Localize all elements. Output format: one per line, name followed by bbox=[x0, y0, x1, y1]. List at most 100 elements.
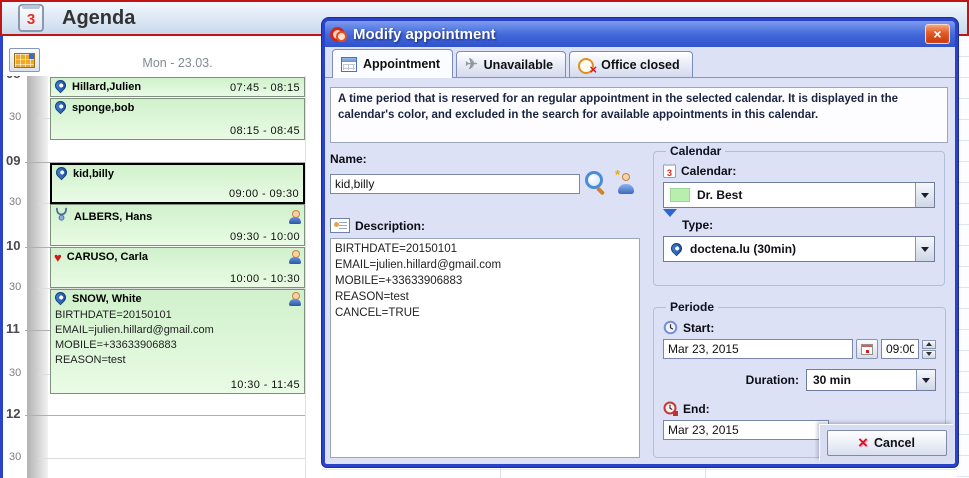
dialog-titlebar[interactable]: Modify appointment × bbox=[325, 21, 955, 47]
end-label: End: bbox=[663, 401, 936, 416]
calendar-icon-number: 3 bbox=[27, 11, 35, 28]
time-label: 30 bbox=[9, 451, 31, 463]
calendar-view-button[interactable] bbox=[9, 48, 40, 72]
heart-icon: ♥ bbox=[54, 252, 62, 263]
tab-label: Office closed bbox=[601, 58, 680, 72]
map-pin-icon bbox=[53, 290, 69, 306]
calendar-grid-icon bbox=[341, 57, 357, 72]
map-pin-icon bbox=[53, 78, 69, 94]
appointment-time: 10:00 - 10:30 bbox=[230, 273, 300, 285]
date-picker-button[interactable] bbox=[856, 339, 878, 359]
stethoscope-icon bbox=[54, 207, 69, 226]
close-button[interactable]: × bbox=[925, 24, 950, 44]
detail-line: EMAIL=julien.hillard@gmail.com bbox=[55, 323, 302, 338]
tab-appointment[interactable]: Appointment bbox=[332, 49, 453, 78]
calendar-select[interactable]: Dr. Best bbox=[663, 182, 935, 208]
appointment-time: 07:45 - 08:15 bbox=[230, 82, 300, 94]
background-grid-bottom bbox=[322, 466, 957, 478]
agenda-panel: Mon - 23.03. 08 30 09 30 10 30 11 30 12 … bbox=[0, 36, 320, 478]
add-person-icon[interactable]: * bbox=[615, 170, 637, 196]
search-icon[interactable] bbox=[583, 170, 607, 196]
appointment-time: 08:15 - 08:45 bbox=[230, 125, 300, 137]
day-column-header: Mon - 23.03. bbox=[50, 56, 305, 70]
tab-label: Appointment bbox=[363, 57, 440, 71]
calendar-group: Calendar 3 Calendar: Dr. Best Type: bbox=[653, 144, 945, 286]
description-textarea[interactable]: BIRTHDATE=20150101 EMAIL=julien.hillard@… bbox=[330, 238, 640, 458]
map-pin-icon bbox=[669, 241, 685, 257]
calendar-label: 3 Calendar: bbox=[663, 164, 935, 178]
name-label: Name: bbox=[330, 152, 367, 166]
cancel-button[interactable]: × Cancel bbox=[827, 430, 947, 456]
mini-calendar-icon bbox=[861, 344, 873, 355]
time-label: 30 bbox=[9, 367, 31, 379]
type-label: Type: bbox=[663, 217, 935, 232]
time-label: 12 bbox=[6, 406, 28, 421]
appointment-name: sponge,bob bbox=[72, 102, 134, 114]
appointment-details: BIRTHDATE=20150101 EMAIL=julien.hillard@… bbox=[51, 306, 304, 368]
spinner-up-button[interactable] bbox=[922, 340, 936, 349]
dropdown-arrow-icon[interactable] bbox=[915, 183, 934, 207]
appointment-card[interactable]: Hillard,Julien 07:45 - 08:15 bbox=[50, 77, 305, 97]
appointment-card[interactable]: ♥ CARUSO, Carla 10:00 - 10:30 bbox=[50, 247, 305, 288]
down-arrow-icon bbox=[663, 217, 677, 232]
tab-unavailable[interactable]: ✈ Unavailable bbox=[456, 51, 566, 77]
time-label: 11 bbox=[6, 321, 28, 336]
appointment-name: Hillard,Julien bbox=[72, 81, 141, 93]
time-gutter bbox=[27, 76, 48, 478]
grid-line bbox=[500, 466, 501, 478]
detail-line: REASON=test bbox=[55, 353, 302, 368]
tab-label: Unavailable bbox=[484, 58, 553, 72]
gears-icon bbox=[330, 26, 347, 42]
dialog-tabbar: Appointment ✈ Unavailable × Office close… bbox=[325, 47, 955, 78]
duration-select[interactable]: 30 min bbox=[806, 369, 936, 391]
appointment-name: ALBERS, Hans bbox=[74, 211, 152, 223]
duration-label: Duration: bbox=[746, 373, 799, 387]
name-input[interactable] bbox=[330, 174, 580, 194]
appointment-time: 09:00 - 09:30 bbox=[229, 188, 299, 200]
clock-icon bbox=[663, 320, 678, 335]
type-select[interactable]: doctena.lu (30min) bbox=[663, 236, 935, 262]
detail-line: BIRTHDATE=20150101 bbox=[55, 308, 302, 323]
duration-value: 30 min bbox=[813, 373, 851, 387]
dialog-title: Modify appointment bbox=[353, 26, 496, 43]
start-date-input[interactable] bbox=[663, 339, 853, 359]
calendar-color-swatch bbox=[670, 188, 690, 202]
time-label: 30 bbox=[9, 281, 31, 293]
time-label: 09 bbox=[6, 153, 28, 168]
appointment-card-selected[interactable]: kid,billy 09:00 - 09:30 bbox=[50, 163, 305, 204]
type-select-value: doctena.lu (30min) bbox=[690, 242, 796, 256]
column-edge-line bbox=[305, 76, 306, 478]
appointment-card[interactable]: SNOW, White BIRTHDATE=20150101 EMAIL=jul… bbox=[50, 289, 305, 394]
dropdown-arrow-icon[interactable] bbox=[915, 237, 934, 261]
background-grid-right bbox=[957, 36, 969, 478]
dropdown-arrow-icon[interactable] bbox=[916, 370, 935, 390]
calendar-icon: 3 bbox=[663, 164, 676, 178]
spinner-down-button[interactable] bbox=[922, 350, 936, 359]
end-date-input[interactable] bbox=[663, 420, 829, 440]
time-label: 30 bbox=[9, 196, 31, 208]
appointment-name: CARUSO, Carla bbox=[67, 251, 148, 263]
tab-office-closed[interactable]: × Office closed bbox=[569, 51, 693, 77]
time-label: 10 bbox=[6, 238, 28, 253]
clock-end-icon bbox=[663, 401, 678, 416]
appointment-time: 09:30 - 10:00 bbox=[230, 231, 300, 243]
description-label: Description: bbox=[330, 218, 425, 233]
appointment-time: 10:30 - 11:45 bbox=[231, 379, 300, 391]
grid-line bbox=[705, 466, 706, 478]
time-label: 30 bbox=[9, 111, 31, 123]
appointment-card[interactable]: sponge,bob 08:15 - 08:45 bbox=[50, 98, 305, 140]
grid-line bbox=[322, 469, 957, 470]
person-badge-icon bbox=[289, 210, 301, 224]
star-icon: * bbox=[615, 167, 620, 182]
map-pin-icon bbox=[54, 165, 70, 181]
start-label: Start: bbox=[663, 320, 936, 335]
start-time-input[interactable] bbox=[881, 339, 919, 359]
half-hour-line bbox=[38, 458, 305, 459]
appointment-card[interactable]: ALBERS, Hans 09:30 - 10:00 bbox=[50, 204, 305, 246]
red-x-icon: × bbox=[858, 435, 868, 451]
time-label: 08 bbox=[6, 76, 28, 81]
agenda-calendar-icon: 3 bbox=[18, 4, 44, 32]
periode-group-legend: Periode bbox=[666, 300, 718, 314]
time-spinner bbox=[922, 340, 936, 359]
alarm-clock-x-icon: × bbox=[578, 57, 595, 73]
